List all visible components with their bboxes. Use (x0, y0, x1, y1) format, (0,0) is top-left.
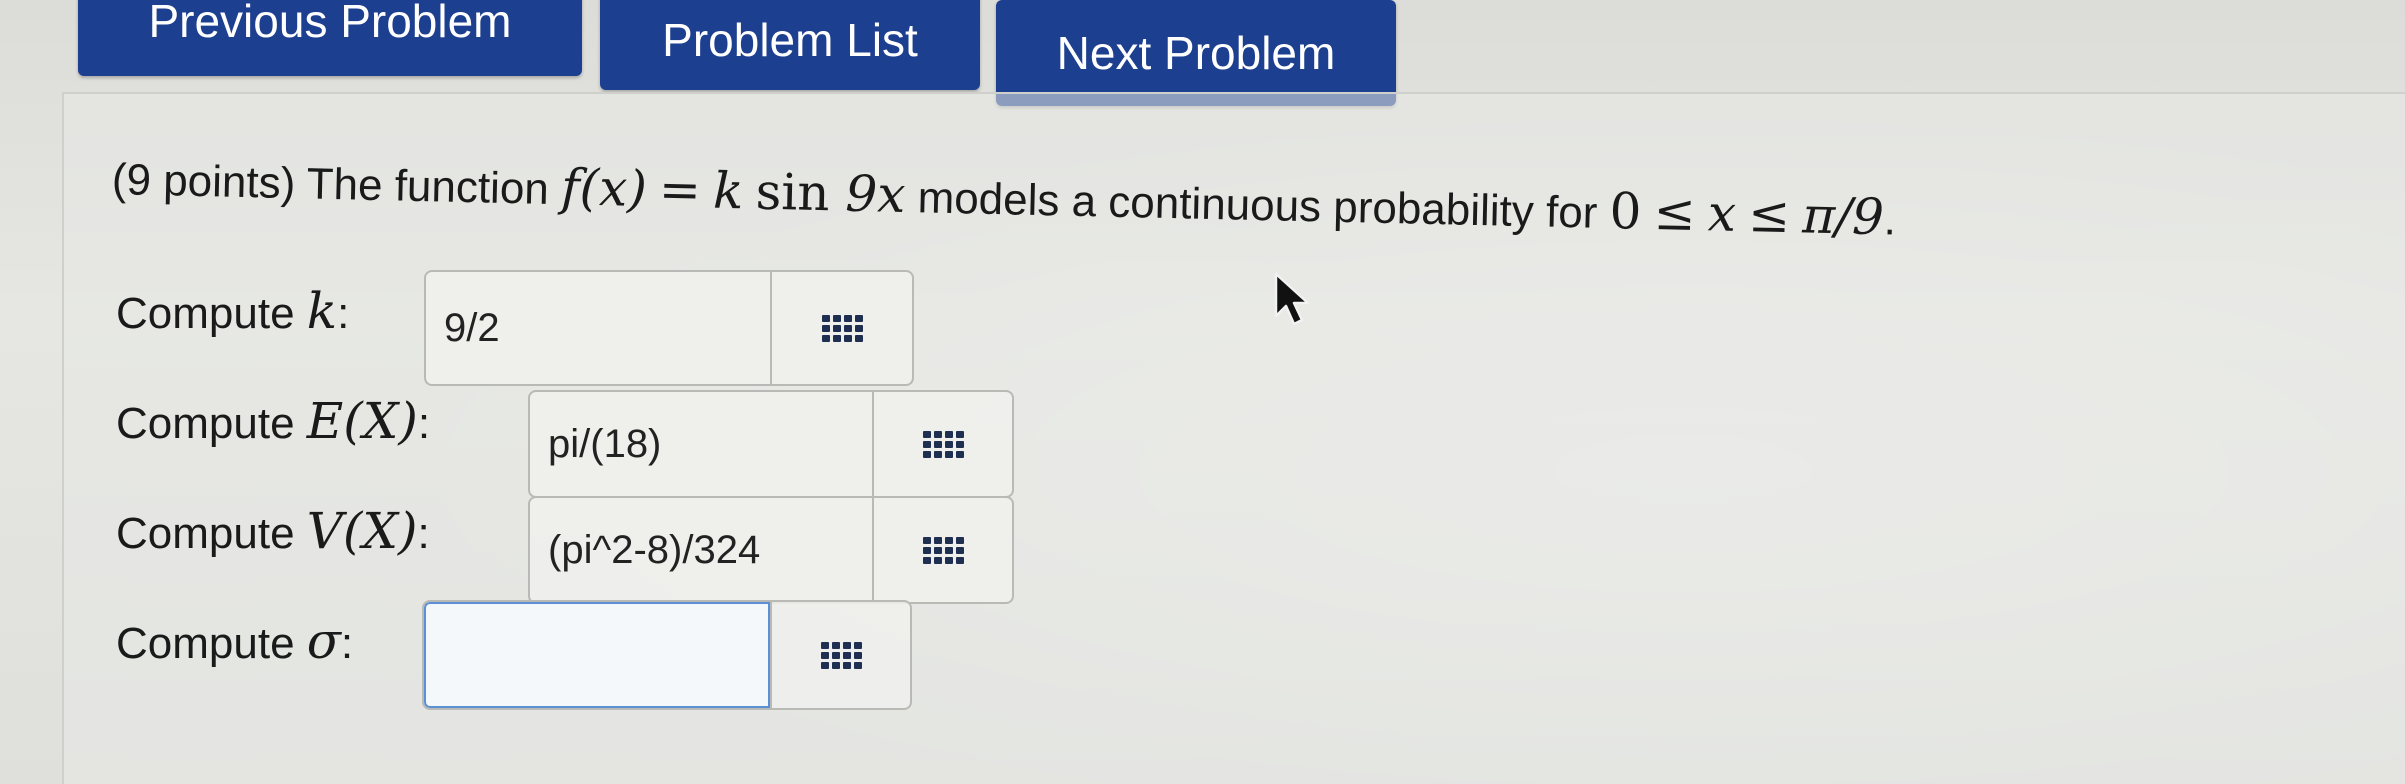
domain-le-second: ≤ (1747, 185, 1791, 245)
answer-label-prefix: Compute (116, 289, 295, 338)
answer-label-math: E(X) (306, 392, 418, 450)
problem-list-button[interactable]: Problem List (600, 0, 980, 90)
equation-editor-button-sigma[interactable] (770, 602, 910, 708)
function-argument: 9x (844, 164, 907, 224)
domain-variable: x (1707, 184, 1737, 243)
page: Previous Problem Problem List Next Probl… (0, 0, 2405, 784)
equation-editor-button-vx[interactable] (872, 498, 1012, 602)
arrow-cursor-icon (1274, 272, 1310, 326)
function-sin: sin (755, 162, 831, 223)
answer-label-k: Compute k: (116, 282, 349, 340)
answer-box-ex (528, 390, 1014, 498)
answer-row-vx: Compute V(X): (116, 502, 430, 560)
equals-sign: = (658, 160, 702, 220)
answer-input-k[interactable] (426, 272, 770, 384)
answer-label-suffix: : (417, 399, 431, 448)
answer-row-ex: Compute E(X): (116, 392, 430, 450)
answer-label-suffix: : (337, 289, 350, 338)
answer-row-sigma: Compute σ: (116, 612, 353, 670)
domain-upper-bound: π/9 (1801, 186, 1885, 247)
answer-label-vx: Compute V(X): (116, 502, 430, 560)
grid-icon (922, 430, 964, 458)
answer-input-ex[interactable] (530, 392, 872, 496)
answer-label-sigma: Compute σ: (116, 612, 353, 670)
equation-editor-button-ex[interactable] (872, 392, 1012, 496)
problem-text-intro: The function (306, 159, 550, 214)
answer-box-k (424, 270, 914, 386)
grid-icon (821, 314, 863, 342)
answer-input-sigma[interactable] (424, 602, 770, 708)
problem-points: (9 points) (111, 155, 296, 209)
function-constant-k: k (712, 161, 745, 221)
answer-label-prefix: Compute (116, 619, 295, 668)
equation-editor-button-k[interactable] (770, 272, 912, 384)
answer-label-suffix: : (340, 619, 354, 668)
answer-label-math: V(X) (306, 502, 418, 560)
function-lhs: f(x) (560, 158, 648, 219)
previous-problem-button[interactable]: Previous Problem (78, 0, 582, 76)
answer-label-ex: Compute E(X): (116, 392, 430, 450)
grid-icon (922, 536, 964, 564)
answer-row-k: Compute k: (116, 282, 349, 340)
domain-le-first: ≤ (1653, 182, 1697, 242)
next-problem-button[interactable]: Next Problem (996, 0, 1396, 106)
answer-input-vx[interactable] (530, 498, 872, 602)
answer-label-prefix: Compute (116, 509, 295, 558)
domain-lower-bound: 0 (1609, 181, 1643, 241)
answer-box-sigma (422, 600, 912, 710)
grid-icon (820, 641, 862, 669)
answer-box-vx (528, 496, 1014, 604)
answer-label-prefix: Compute (116, 399, 295, 448)
answer-label-math: k (306, 282, 338, 340)
answer-label-math: σ (306, 612, 341, 670)
answer-label-suffix: : (417, 509, 430, 558)
statement-period: . (1883, 195, 1897, 245)
